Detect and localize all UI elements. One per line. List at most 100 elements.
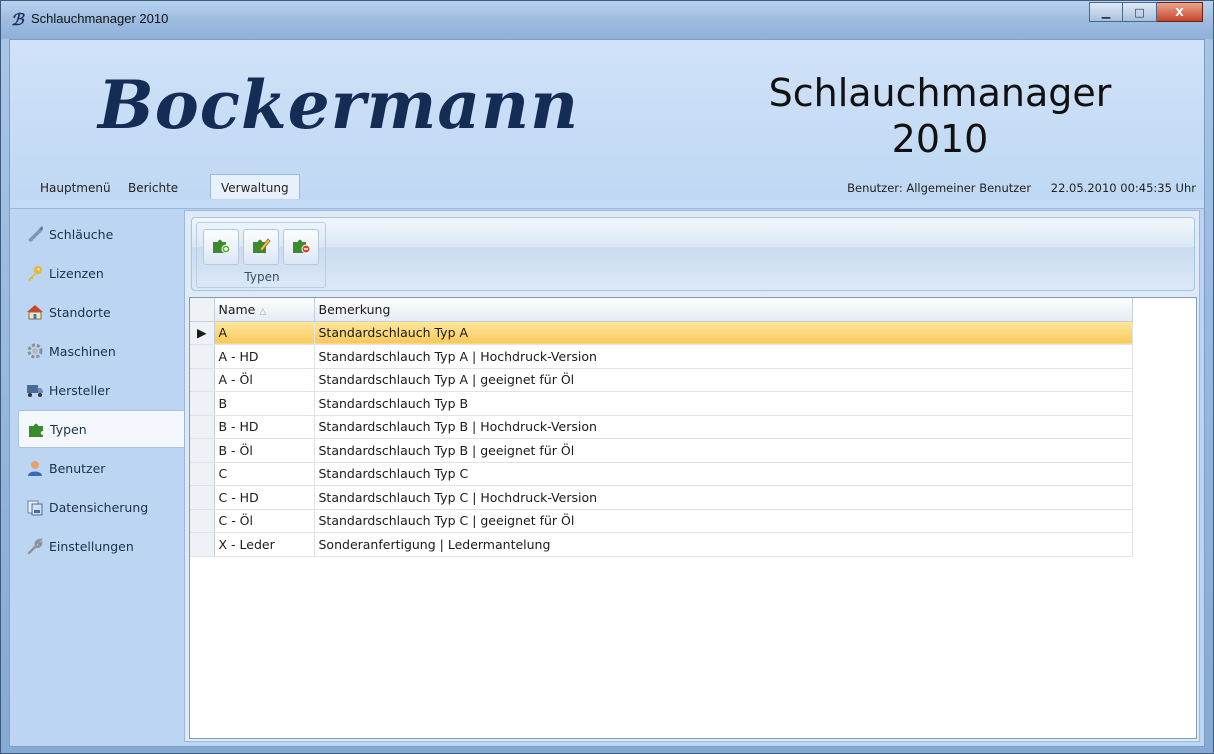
cell-name[interactable]: B bbox=[214, 391, 315, 416]
cell-bemerkung[interactable]: Standardschlauch Typ C | geeignet für Öl bbox=[314, 509, 1133, 533]
row-indicator[interactable] bbox=[190, 509, 215, 533]
sidebar-item-label: Hersteller bbox=[49, 382, 111, 398]
key-icon bbox=[26, 264, 44, 282]
types-grid[interactable]: Name △ Bemerkung ▶ A Standardschlauch Typ A… bbox=[189, 297, 1197, 739]
cell-bemerkung[interactable]: Standardschlauch Typ A | geeignet für Öl bbox=[314, 368, 1133, 392]
user-info: Benutzer: Allgemeiner Benutzer 22.05.201… bbox=[847, 181, 1196, 195]
row-indicator[interactable] bbox=[190, 532, 215, 557]
column-header-name[interactable]: Name △ bbox=[214, 298, 315, 322]
cell-name[interactable]: A - HD bbox=[214, 344, 315, 369]
company-logo: Bockermann bbox=[98, 66, 580, 144]
puzzle-edit-icon bbox=[251, 235, 271, 259]
sort-ascending-icon: △ bbox=[259, 306, 267, 317]
row-indicator[interactable] bbox=[190, 391, 215, 416]
menu-verwaltung[interactable]: Verwaltung bbox=[210, 174, 300, 199]
sidebar-item-label: Standorte bbox=[49, 304, 111, 320]
column-header-bemerkung[interactable]: Bemerkung bbox=[314, 298, 1133, 322]
menu-hauptmenue[interactable]: Hauptmenü bbox=[34, 178, 117, 198]
title-bar[interactable]: ℬ Schlauchmanager 2010 ▁ □ X bbox=[1, 1, 1213, 39]
row-indicator[interactable] bbox=[190, 485, 215, 510]
row-indicator[interactable] bbox=[190, 415, 215, 439]
table-row[interactable]: A - HD Standardschlauch Typ A | Hochdruck… bbox=[190, 344, 1133, 369]
sidebar-item-hersteller[interactable]: Hersteller bbox=[18, 371, 184, 409]
row-indicator[interactable] bbox=[190, 438, 215, 463]
current-user: Benutzer: Allgemeiner Benutzer bbox=[847, 181, 1032, 195]
sidebar-item-standorte[interactable]: Standorte bbox=[18, 293, 184, 331]
sidebar-item-label: Schläuche bbox=[49, 226, 114, 242]
cell-bemerkung[interactable]: Standardschlauch Typ B bbox=[314, 391, 1133, 416]
puzzle-add-icon bbox=[211, 235, 231, 259]
cell-bemerkung[interactable]: Standardschlauch Typ B | geeignet für Öl bbox=[314, 438, 1133, 463]
ribbon: Typen bbox=[191, 217, 1195, 291]
table-row[interactable]: C - Öl Standardschlauch Typ C | geeignet … bbox=[190, 509, 1133, 533]
table-row[interactable]: C - HD Standardschlauch Typ C | Hochdruck… bbox=[190, 485, 1133, 510]
close-button[interactable]: X bbox=[1157, 2, 1203, 22]
sidebar-item-label: Einstellungen bbox=[49, 538, 134, 554]
table-row[interactable]: C Standardschlauch Typ C bbox=[190, 462, 1133, 486]
cell-bemerkung[interactable]: Standardschlauch Typ C bbox=[314, 462, 1133, 486]
ribbon-group-label: Typen bbox=[244, 270, 280, 284]
sidebar-item-benutzer[interactable]: Benutzer bbox=[18, 449, 184, 487]
row-indicator[interactable] bbox=[190, 368, 215, 392]
table-header-row: Name △ Bemerkung bbox=[190, 298, 1133, 322]
main-panel: Typen Name △ Bemerkung ▶ A Standardschlauch… bbox=[184, 210, 1200, 742]
hose-icon bbox=[26, 225, 44, 243]
ribbon-group-typen: Typen bbox=[196, 222, 326, 288]
house-icon bbox=[26, 303, 44, 321]
edit-type-button[interactable] bbox=[243, 229, 279, 265]
cell-bemerkung[interactable]: Standardschlauch Typ A bbox=[314, 321, 1133, 345]
row-pointer-icon[interactable]: ▶ bbox=[190, 321, 215, 345]
cell-name[interactable]: B - HD bbox=[214, 415, 315, 439]
table-row[interactable]: A - Öl Standardschlauch Typ A | geeignet … bbox=[190, 368, 1133, 392]
sidebar-item-datensicherung[interactable]: Datensicherung bbox=[18, 488, 184, 526]
types-table: Name △ Bemerkung ▶ A Standardschlauch Typ A… bbox=[190, 298, 1133, 557]
add-type-button[interactable] bbox=[203, 229, 239, 265]
sidebar-item-label: Typen bbox=[50, 421, 87, 437]
table-row[interactable]: X - Leder Sonderanfertigung | Ledermantel… bbox=[190, 532, 1133, 557]
minimize-button[interactable]: ▁ bbox=[1089, 2, 1123, 22]
row-indicator-header bbox=[190, 298, 215, 322]
sidebar-item-label: Benutzer bbox=[49, 460, 106, 476]
sidebar-item-schlaeuche[interactable]: Schläuche bbox=[18, 215, 184, 253]
sidebar-item-einstellungen[interactable]: Einstellungen bbox=[18, 527, 184, 565]
window-title: Schlauchmanager 2010 bbox=[31, 11, 169, 26]
sidebar-item-lizenzen[interactable]: Lizenzen bbox=[18, 254, 184, 292]
cell-name[interactable]: C bbox=[214, 462, 315, 486]
app-window: ℬ Schlauchmanager 2010 ▁ □ X Bockermann … bbox=[0, 0, 1214, 754]
cell-name[interactable]: X - Leder bbox=[214, 532, 315, 557]
table-row[interactable]: B - Öl Standardschlauch Typ B | geeignet … bbox=[190, 438, 1133, 463]
row-indicator[interactable] bbox=[190, 462, 215, 486]
backup-icon bbox=[26, 498, 44, 516]
delete-type-button[interactable] bbox=[283, 229, 319, 265]
user-icon bbox=[26, 459, 44, 477]
gear-icon bbox=[26, 342, 44, 360]
cell-name[interactable]: A - Öl bbox=[214, 368, 315, 392]
sidebar-item-maschinen[interactable]: Maschinen bbox=[18, 332, 184, 370]
app-logo-icon: ℬ bbox=[11, 10, 24, 29]
sidebar: Schläuche Lizenzen Standorte Maschinen H… bbox=[18, 215, 184, 566]
cell-name[interactable]: C - HD bbox=[214, 485, 315, 510]
cell-bemerkung[interactable]: Standardschlauch Typ C | Hochdruck-Versi… bbox=[314, 485, 1133, 510]
table-row[interactable]: B Standardschlauch Typ B bbox=[190, 391, 1133, 416]
cell-bemerkung[interactable]: Standardschlauch Typ B | Hochdruck-Versi… bbox=[314, 415, 1133, 439]
header: Bockermann Schlauchmanager 2010 Hauptmen… bbox=[10, 40, 1204, 200]
table-row[interactable]: ▶ A Standardschlauch Typ A bbox=[190, 321, 1133, 345]
current-datetime: 22.05.2010 00:45:35 Uhr bbox=[1050, 181, 1196, 195]
wrench-icon bbox=[26, 537, 44, 555]
table-body: ▶ A Standardschlauch Typ AA - HD Standardsc… bbox=[190, 321, 1133, 557]
window-controls: ▁ □ X bbox=[1089, 2, 1203, 22]
cell-name[interactable]: A bbox=[214, 321, 315, 345]
column-header-label: Bemerkung bbox=[318, 301, 391, 317]
puzzle-delete-icon bbox=[291, 235, 311, 259]
sidebar-item-label: Lizenzen bbox=[49, 265, 104, 281]
row-indicator[interactable] bbox=[190, 344, 215, 369]
cell-name[interactable]: C - Öl bbox=[214, 509, 315, 533]
cell-bemerkung[interactable]: Standardschlauch Typ A | Hochdruck-Versi… bbox=[314, 344, 1133, 369]
table-row[interactable]: B - HD Standardschlauch Typ B | Hochdruck… bbox=[190, 415, 1133, 439]
maximize-button[interactable]: □ bbox=[1123, 2, 1157, 22]
content-area: Schläuche Lizenzen Standorte Maschinen H… bbox=[10, 208, 1204, 746]
cell-name[interactable]: B - Öl bbox=[214, 438, 315, 463]
cell-bemerkung[interactable]: Sonderanfertigung | Ledermantelung bbox=[314, 532, 1133, 557]
menu-berichte[interactable]: Berichte bbox=[122, 178, 184, 198]
sidebar-item-typen[interactable]: Typen bbox=[18, 410, 184, 448]
